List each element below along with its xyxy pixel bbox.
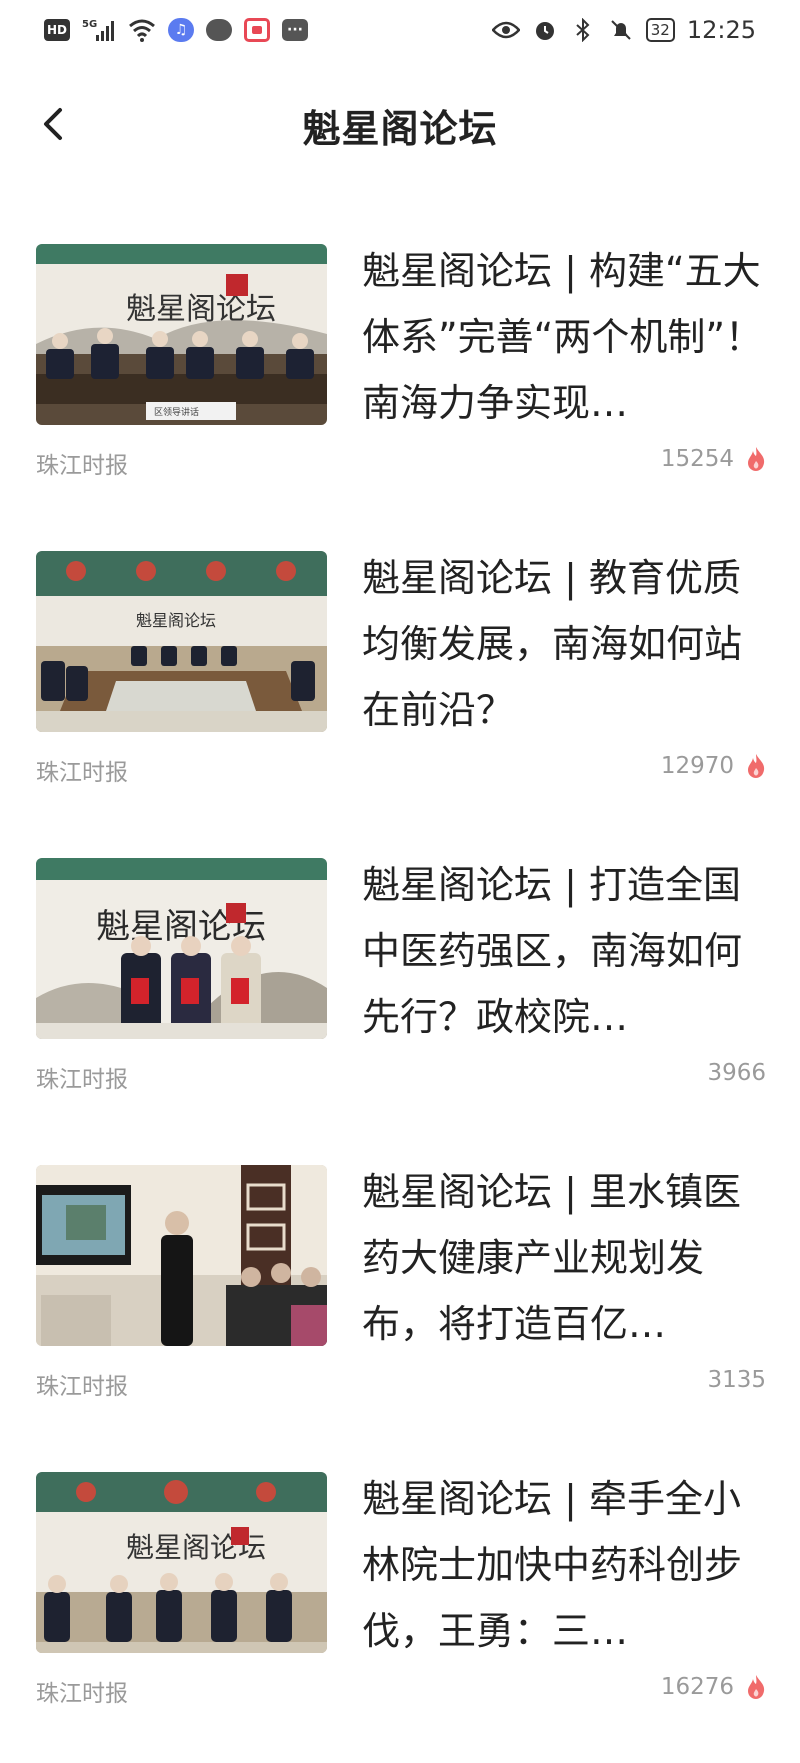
article-meta: 15254 <box>661 446 766 472</box>
thumbnail-sign-text: 区领导讲话 <box>154 406 199 418</box>
wifi-icon <box>128 17 156 43</box>
thumbnail-banner-text: 魁星阁论坛 <box>136 611 216 630</box>
status-time: 12:25 <box>686 16 756 44</box>
battery-indicator: 32 <box>645 18 675 42</box>
hd-badge: HD <box>44 19 71 41</box>
bluetooth-icon <box>570 17 596 43</box>
alarm-icon <box>532 17 558 43</box>
status-bar: HD 5G ♫ ··· 32 12:25 <box>0 0 800 60</box>
music-app-icon: ♫ <box>168 18 195 42</box>
article-thumbnail: 魁星阁论坛 <box>36 1472 327 1653</box>
article-headline[interactable]: 魁星阁论坛 | 里水镇医药大健康产业规划发布，将打造百亿… <box>362 1159 766 1357</box>
thumbnail-banner-text: 魁星阁论坛 <box>126 292 276 327</box>
article-list: 魁星阁论坛 区领导讲话 魁星阁论坛 | 构建“五大体系”完善“两个机制”！南海力… <box>0 228 800 1763</box>
status-bar-right: 32 12:25 <box>491 16 756 44</box>
signal-5g-icon: 5G <box>82 17 116 43</box>
message-dots-icon: ··· <box>282 19 309 41</box>
article-source: 珠江时报 <box>36 1681 128 1707</box>
network-type-label: 5G <box>82 19 97 30</box>
article-item[interactable]: 魁星阁论坛 区领导讲话 魁星阁论坛 | 构建“五大体系”完善“两个机制”！南海力… <box>0 228 800 535</box>
view-count: 3135 <box>707 1367 766 1393</box>
article-item[interactable]: 魁星阁论坛 | 里水镇医药大健康产业规划发布，将打造百亿… 珠江时报 3135 <box>0 1149 800 1456</box>
article-thumbnail: 魁星阁论坛 <box>36 551 327 732</box>
article-item[interactable]: 魁星阁论坛 魁星阁论坛 | 打造全国中医药强区，南海如何先行？政校院… 珠江时报… <box>0 842 800 1149</box>
view-count: 12970 <box>660 753 734 779</box>
view-count: 15254 <box>660 446 734 472</box>
article-headline[interactable]: 魁星阁论坛 | 打造全国中医药强区，南海如何先行？政校院… <box>362 852 766 1050</box>
chevron-left-icon <box>44 108 62 140</box>
page-title: 魁星阁论坛 <box>302 106 498 151</box>
mute-bell-icon <box>608 17 634 43</box>
hot-flame-icon <box>748 447 765 471</box>
article-headline[interactable]: 魁星阁论坛 | 教育优质均衡发展，南海如何站在前沿？ <box>362 545 766 743</box>
article-source: 珠江时报 <box>36 760 128 786</box>
view-count: 16276 <box>660 1674 734 1700</box>
article-item[interactable]: 魁星阁论坛 魁星阁论坛 | 牵手全小林院士加快中药科创步伐，王勇：三… 珠江时报… <box>0 1456 800 1763</box>
article-item[interactable]: 魁星阁论坛 魁星阁论坛 | 教育优质均衡发展，南海如何站在前沿？ 珠江时报 12… <box>0 535 800 842</box>
status-bar-left: HD 5G ♫ ··· <box>44 17 309 43</box>
article-headline[interactable]: 魁星阁论坛 | 牵手全小林院士加快中药科创步伐，王勇：三… <box>362 1466 766 1664</box>
view-count: 3966 <box>707 1060 766 1086</box>
article-meta: 3966 <box>707 1060 766 1086</box>
hot-flame-icon <box>748 1675 765 1699</box>
article-source: 珠江时报 <box>36 1374 128 1400</box>
eye-icon <box>491 17 520 43</box>
article-source: 珠江时报 <box>36 453 128 479</box>
chat-bubble-icon <box>206 19 233 41</box>
article-source: 珠江时报 <box>36 1067 128 1093</box>
article-meta: 16276 <box>661 1674 766 1700</box>
article-thumbnail: 魁星阁论坛 区领导讲话 <box>36 244 327 425</box>
article-meta: 12970 <box>661 753 766 779</box>
nav-bar: 魁星阁论坛 <box>0 70 800 180</box>
hot-flame-icon <box>748 754 765 778</box>
article-thumbnail <box>36 1165 327 1346</box>
red-app-icon <box>244 18 271 42</box>
back-button[interactable] <box>36 104 76 144</box>
article-meta: 3135 <box>707 1367 766 1393</box>
article-headline[interactable]: 魁星阁论坛 | 构建“五大体系”完善“两个机制”！南海力争实现… <box>362 238 766 436</box>
article-thumbnail: 魁星阁论坛 <box>36 858 327 1039</box>
